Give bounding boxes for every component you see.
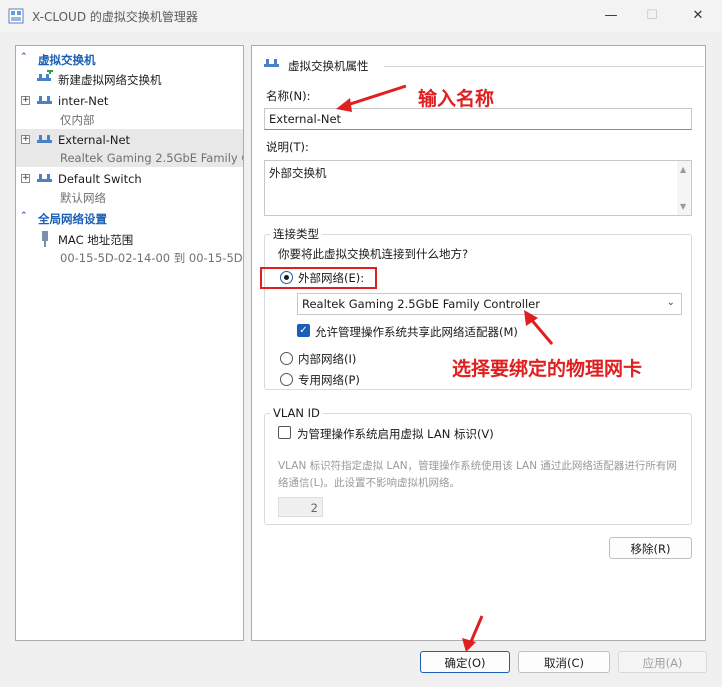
scroll-up-icon[interactable]: ▲ [680,165,686,174]
enable-vlan-label: 为管理操作系统启用虚拟 LAN 标识(V) [297,427,494,441]
collapse-icon: ⌃ [20,52,28,62]
internal-network-label: 内部网络(I) [298,352,357,366]
vlan-description: VLAN 标识符指定虚拟 LAN，管理操作系统使用该 LAN 通过此网络适配器进… [278,460,677,489]
apply-button: 应用(A) [618,651,707,673]
private-network-label: 专用网络(P) [298,373,360,387]
expand-icon[interactable]: + [21,135,30,144]
cancel-button[interactable]: 取消(C) [518,651,610,673]
external-network-label: 外部网络(E): [298,271,365,285]
annotation-enter-name: 输入名称 [418,88,495,110]
allow-management-os-label: 允许管理操作系统共享此网络适配器(M) [315,325,518,339]
switch-manager-icon [8,8,24,27]
vlan-title: VLAN ID [270,406,323,420]
remove-button[interactable]: 移除(R) [609,537,692,559]
switch-properties-pane: 虚拟交换机属性 名称(N): External-Net 说明(T): 外部交换机… [251,45,706,641]
chevron-down-icon: ⌄ [666,297,675,308]
switch-item-external-net[interactable]: + External-Net Realtek Gaming 2.5GbE Fam… [16,129,243,167]
switch-list-pane: ⌃ 虚拟交换机 新建虚拟网络交换机 + inter-Net 仅内部 + Exte… [15,45,244,641]
close-button[interactable]: ✕ [684,4,712,26]
network-switch-icon [37,93,53,110]
name-label: 名称(N): [266,89,311,103]
annotation-arrow-ok [462,615,484,652]
ok-button[interactable]: 确定(O) [420,651,510,673]
internal-network-radio[interactable] [280,352,293,365]
allow-management-os-checkbox[interactable]: ✓ [297,324,310,337]
connection-type-title: 连接类型 [270,226,322,242]
new-switch-icon [37,68,53,87]
notes-input[interactable]: 外部交换机 ▲ ▼ [264,160,692,216]
collapse-icon: ⌃ [20,211,28,221]
private-network-radio[interactable] [280,373,293,386]
annotation-arrow-name [336,84,407,112]
section-virtual-switches[interactable]: ⌃ 虚拟交换机 [16,49,243,67]
expand-icon[interactable]: + [21,96,30,105]
name-input[interactable]: External-Net [264,108,692,130]
network-switch-icon [264,56,280,73]
section-global-network-settings[interactable]: ⌃ 全局网络设置 [16,208,243,226]
enable-vlan-checkbox[interactable] [278,426,291,439]
network-adapter-select[interactable]: Realtek Gaming 2.5GbE Family Controller … [297,293,682,315]
switch-item-inter-net[interactable]: + inter-Net 仅内部 [16,90,243,128]
connection-question: 你要将此虚拟交换机连接到什么地方? [278,247,469,261]
title-bar: X-CLOUD 的虚拟交换机管理器 — ☐ ✕ [0,0,722,32]
external-network-radio[interactable] [280,271,293,284]
mac-address-range-item[interactable]: MAC 地址范围 00-15-5D-02-14-00 到 00-15-5D-..… [16,228,243,266]
switch-item-default-switch[interactable]: + Default Switch 默认网络 [16,168,243,206]
maximize-button: ☐ [646,7,658,23]
mac-address-icon [37,231,53,250]
network-switch-icon [37,171,53,188]
notes-scrollbar[interactable]: ▲ ▼ [677,161,691,215]
minimize-button[interactable]: — [597,4,625,26]
vlan-id-input: 2 [278,497,323,517]
notes-label: 说明(T): [266,140,309,154]
divider [384,66,704,67]
network-switch-icon [37,132,53,149]
scroll-down-icon[interactable]: ▼ [680,202,686,211]
annotation-arrow-nic [524,310,554,345]
window-title: X-CLOUD 的虚拟交换机管理器 [32,10,198,24]
expand-icon[interactable]: + [21,174,30,183]
annotation-select-nic: 选择要绑定的物理网卡 [452,358,643,380]
new-switch-item[interactable]: 新建虚拟网络交换机 [16,68,243,88]
